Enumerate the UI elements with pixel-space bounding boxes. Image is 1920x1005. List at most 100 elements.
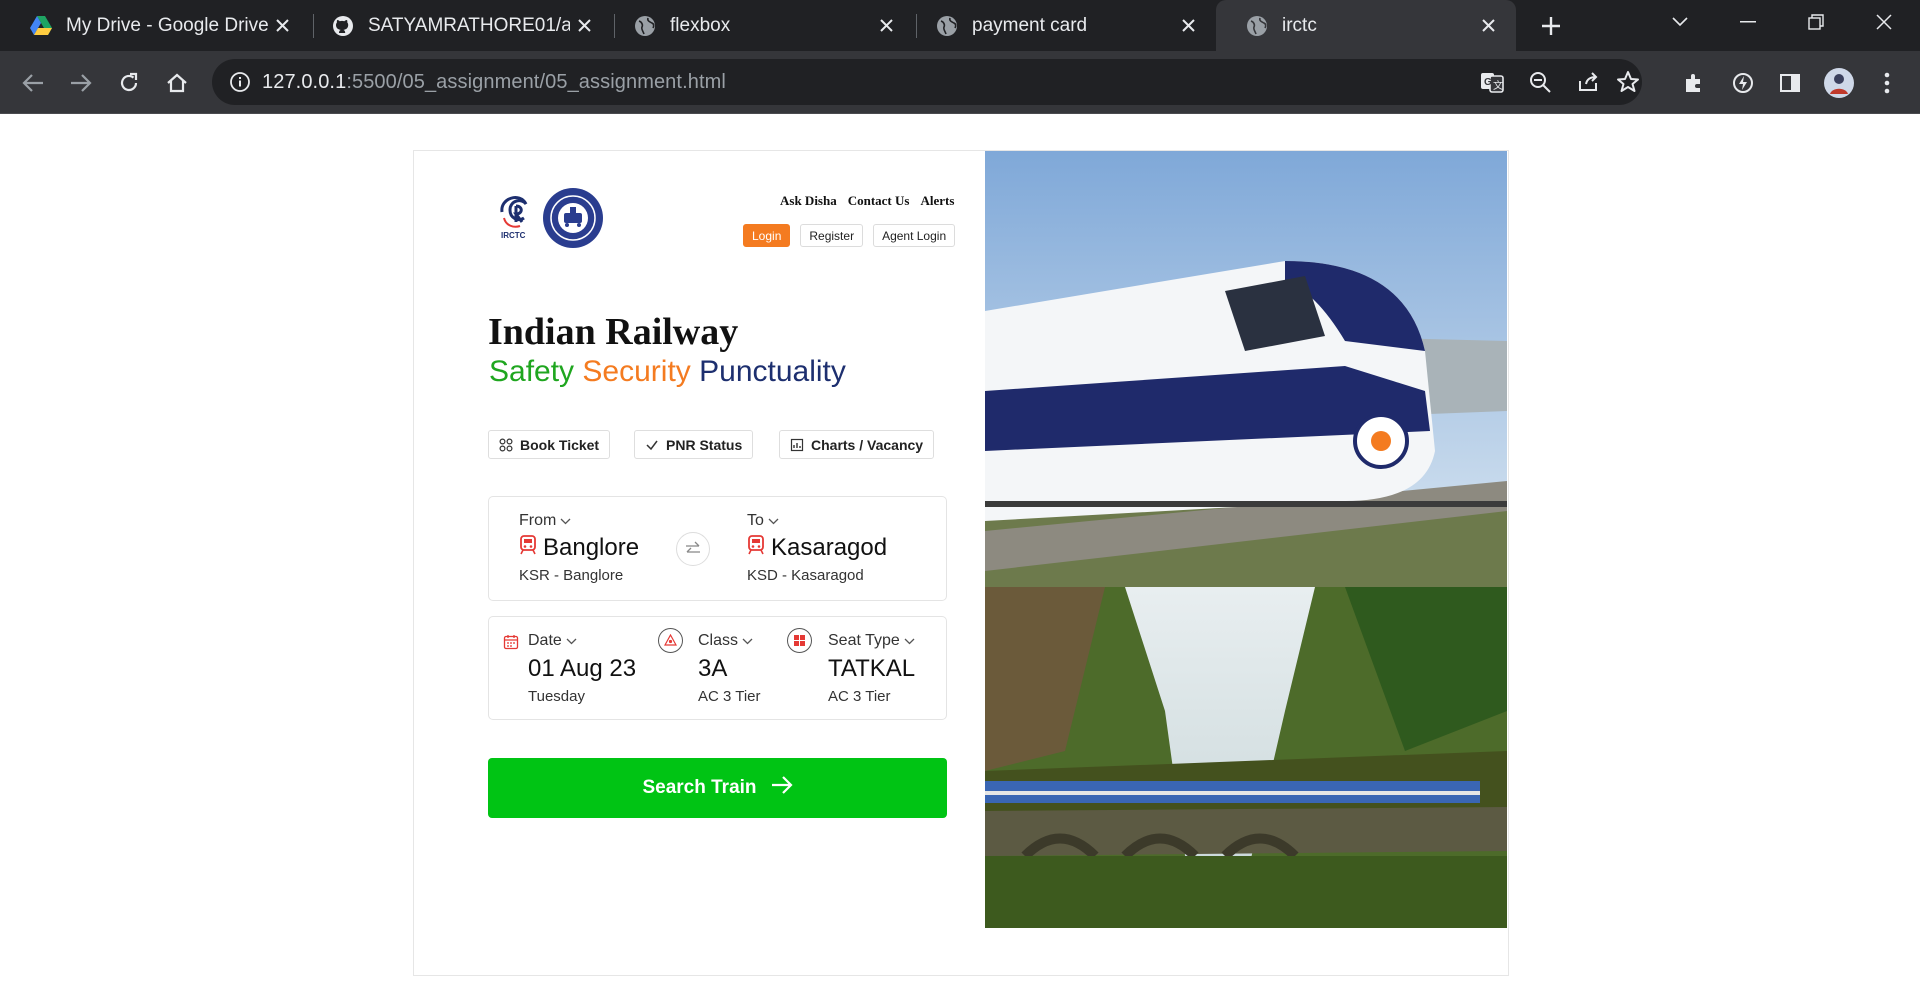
seat-type-sub: AC 3 Tier (828, 688, 891, 705)
to-label: To (747, 512, 764, 529)
tab-title: SATYAMRATHORE01/assi (368, 14, 570, 36)
to-dropdown[interactable]: To (747, 512, 779, 530)
from-label: From (519, 512, 557, 529)
class-dropdown[interactable]: Class (698, 632, 753, 650)
auth-buttons: Login Register Agent Login (743, 224, 956, 247)
search-train-label: Search Train (642, 777, 757, 798)
translate-icon[interactable]: G文 (1475, 65, 1509, 99)
google-drive-icon (30, 15, 52, 37)
from-station[interactable]: Banglore (519, 534, 639, 562)
chart-icon (790, 438, 804, 452)
zoom-out-icon[interactable] (1523, 65, 1557, 99)
seat-icon (787, 628, 812, 653)
chevron-down-icon (566, 632, 577, 650)
tab-payment-card[interactable]: payment card (906, 0, 1216, 51)
from-dropdown[interactable]: From (519, 512, 571, 530)
tab-flexbox[interactable]: flexbox (604, 0, 914, 51)
charts-vacancy-label: Charts / Vacancy (811, 436, 924, 453)
home-icon[interactable] (160, 66, 194, 100)
class-label: Class (698, 632, 739, 649)
performance-icon[interactable] (1726, 66, 1760, 100)
chevron-down-icon (560, 512, 571, 530)
bookmark-star-icon[interactable] (1611, 65, 1645, 99)
url-path: :5500/05_assignment/05_assignment.html (346, 71, 726, 93)
github-icon (332, 15, 354, 37)
tab-pnr-status[interactable]: PNR Status (634, 430, 754, 459)
tab-github[interactable]: SATYAMRATHORE01/assi (302, 0, 612, 51)
swap-icon (686, 541, 700, 553)
tab-book-ticket[interactable]: Book Ticket (488, 430, 611, 459)
reload-icon[interactable] (112, 66, 146, 100)
date-value[interactable]: 01 Aug 23 (528, 655, 636, 683)
tab-title: flexbox (670, 14, 731, 36)
tab-title: irctc (1282, 14, 1317, 36)
search-train-button[interactable]: Search Train (488, 758, 947, 818)
seat-type-value[interactable]: TATKAL (828, 655, 915, 683)
tagline-punctuality: Punctuality (699, 355, 846, 388)
class-value[interactable]: 3A (698, 655, 727, 683)
register-button[interactable]: Register (800, 224, 864, 247)
close-tab-icon[interactable] (872, 12, 900, 40)
train-photo-collage (985, 151, 1507, 928)
class-icon (658, 628, 683, 653)
chevron-down-icon (904, 632, 915, 650)
seat-type-label: Seat Type (828, 632, 900, 649)
date-day: Tuesday (528, 688, 585, 705)
back-icon[interactable] (16, 66, 50, 100)
book-ticket-label: Book Ticket (520, 436, 600, 453)
tab-strip: My Drive - Google Drive SATYAMRATHORE01/… (0, 0, 1920, 51)
class-sub: AC 3 Tier (698, 688, 761, 705)
restore-icon[interactable] (1788, 0, 1844, 44)
close-window-icon[interactable] (1856, 0, 1912, 44)
contact-us-link[interactable]: Contact Us (848, 193, 910, 209)
url-text: 127.0.0.1:5500/05_assignment/05_assignme… (262, 71, 726, 94)
ask-disha-link[interactable]: Ask Disha (780, 193, 837, 209)
new-tab-button[interactable] (1536, 11, 1566, 41)
chevron-down-icon (742, 632, 753, 650)
tagline-safety: Safety (489, 355, 575, 388)
hero-image (985, 151, 1507, 928)
profile-avatar[interactable] (1822, 66, 1856, 100)
url-host: 127.0.0.1 (262, 71, 347, 93)
svg-text:G: G (1484, 77, 1492, 88)
close-tab-icon[interactable] (268, 12, 296, 40)
agent-login-button[interactable]: Agent Login (873, 224, 956, 247)
close-tab-icon[interactable] (1174, 12, 1202, 40)
tab-irctc[interactable]: irctc (1216, 0, 1516, 51)
menu-icon[interactable] (1870, 66, 1904, 100)
train-icon (519, 534, 537, 562)
tagline-security: Security (582, 355, 691, 388)
seat-type-dropdown[interactable]: Seat Type (828, 632, 915, 650)
swap-stations-button[interactable] (676, 532, 710, 566)
svg-text:IRCTC: IRCTC (501, 231, 526, 240)
browser-toolbar: 127.0.0.1:5500/05_assignment/05_assignme… (0, 51, 1920, 114)
calendar-icon (503, 634, 519, 655)
extensions-icon[interactable] (1677, 66, 1711, 100)
globe-icon (1246, 15, 1268, 37)
globe-icon (936, 15, 958, 37)
alerts-link[interactable]: Alerts (920, 193, 954, 209)
chevron-down-icon (768, 512, 779, 530)
close-tab-icon[interactable] (1474, 12, 1502, 40)
to-station[interactable]: Kasaragod (747, 534, 887, 562)
tab-charts-vacancy[interactable]: Charts / Vacancy (779, 430, 935, 459)
tab-google-drive[interactable]: My Drive - Google Drive (0, 0, 310, 51)
pnr-status-label: PNR Status (666, 436, 743, 453)
side-panel-icon[interactable] (1773, 66, 1807, 100)
share-icon[interactable] (1571, 65, 1605, 99)
date-label: Date (528, 632, 562, 649)
globe-icon (634, 15, 656, 37)
to-code: KSD - Kasaragod (747, 567, 864, 584)
grid-icon (499, 437, 513, 452)
arrow-right-icon (771, 776, 793, 800)
tab-search-icon[interactable] (1652, 0, 1708, 44)
close-tab-icon[interactable] (570, 12, 598, 40)
site-info-icon[interactable] (228, 70, 252, 94)
address-bar[interactable]: 127.0.0.1:5500/05_assignment/05_assignme… (212, 59, 1642, 105)
forward-icon[interactable] (64, 66, 98, 100)
tagline: Safety Security Punctuality (489, 355, 846, 389)
date-dropdown[interactable]: Date (528, 632, 577, 650)
minimize-icon[interactable] (1720, 0, 1776, 44)
top-links: Ask Disha Contact Us Alerts (780, 193, 954, 209)
login-button[interactable]: Login (743, 224, 791, 247)
